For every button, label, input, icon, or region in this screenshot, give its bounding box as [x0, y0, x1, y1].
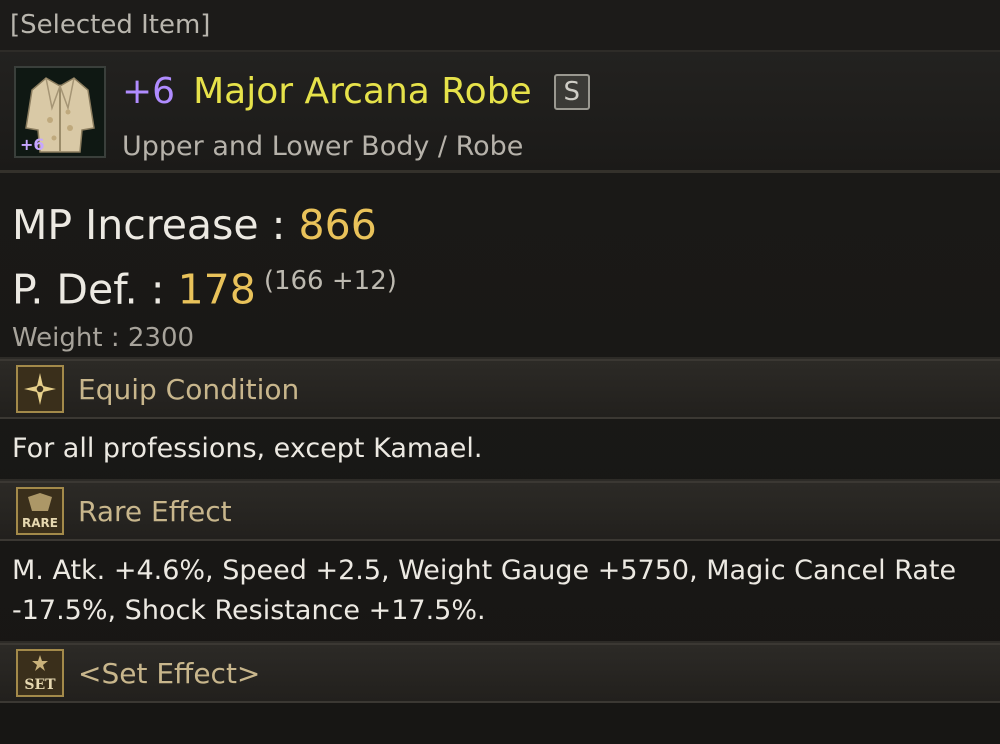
- robe-icon[interactable]: +6: [14, 66, 106, 158]
- rare-effect-icon: RARE: [16, 487, 64, 535]
- selected-item-label: [Selected Item]: [10, 10, 211, 40]
- equip-condition-title: Equip Condition: [78, 372, 300, 406]
- item-name: Major Arcana Robe: [193, 71, 532, 112]
- stats-section: MP Increase : 866 P. Def. : 178 (166 +12)…: [0, 173, 1000, 359]
- rare-effect-header: RARE Rare Effect: [0, 481, 1000, 541]
- item-type: Upper and Lower Body / Robe: [122, 131, 524, 162]
- selected-item-header: [Selected Item]: [0, 0, 1000, 52]
- equip-condition-text: For all professions, except Kamael.: [0, 419, 1000, 481]
- enchant-level: +6: [122, 71, 176, 112]
- svg-text:SET: SET: [24, 677, 56, 693]
- item-tooltip: [Selected Item] +6 +6 Major Arcana Robe …: [0, 0, 1000, 744]
- rare-effect-text: M. Atk. +4.6%, Speed +2.5, Weight Gauge …: [0, 541, 1000, 643]
- pdef-row: P. Def. : 178 (166 +12): [12, 253, 988, 318]
- rare-effect-title: Rare Effect: [78, 494, 232, 528]
- grade-badge: S: [553, 74, 590, 110]
- svg-text:RARE: RARE: [22, 516, 58, 530]
- mp-increase-label: MP Increase :: [12, 201, 299, 249]
- pdef-value: 178: [177, 265, 256, 314]
- pdef-label: P. Def. :: [12, 265, 178, 314]
- icon-enchant-level: +6: [20, 135, 45, 154]
- equip-condition-header: Equip Condition: [0, 359, 1000, 419]
- weight: Weight : 2300: [12, 322, 195, 353]
- item-name-row: +6 Major Arcana Robe S: [122, 70, 590, 114]
- set-effect-title[interactable]: <Set Effect>: [78, 657, 260, 690]
- pdef-breakdown: (166 +12): [263, 266, 397, 296]
- set-effect-header: SET <Set Effect>: [0, 643, 1000, 703]
- set-effect-icon: SET: [16, 649, 64, 697]
- mp-increase-row: MP Increase : 866: [12, 197, 988, 253]
- equip-condition-icon: [16, 365, 64, 413]
- item-header: +6 +6 Major Arcana Robe S Upper and Lowe…: [0, 52, 1000, 173]
- mp-increase-value: 866: [298, 201, 377, 249]
